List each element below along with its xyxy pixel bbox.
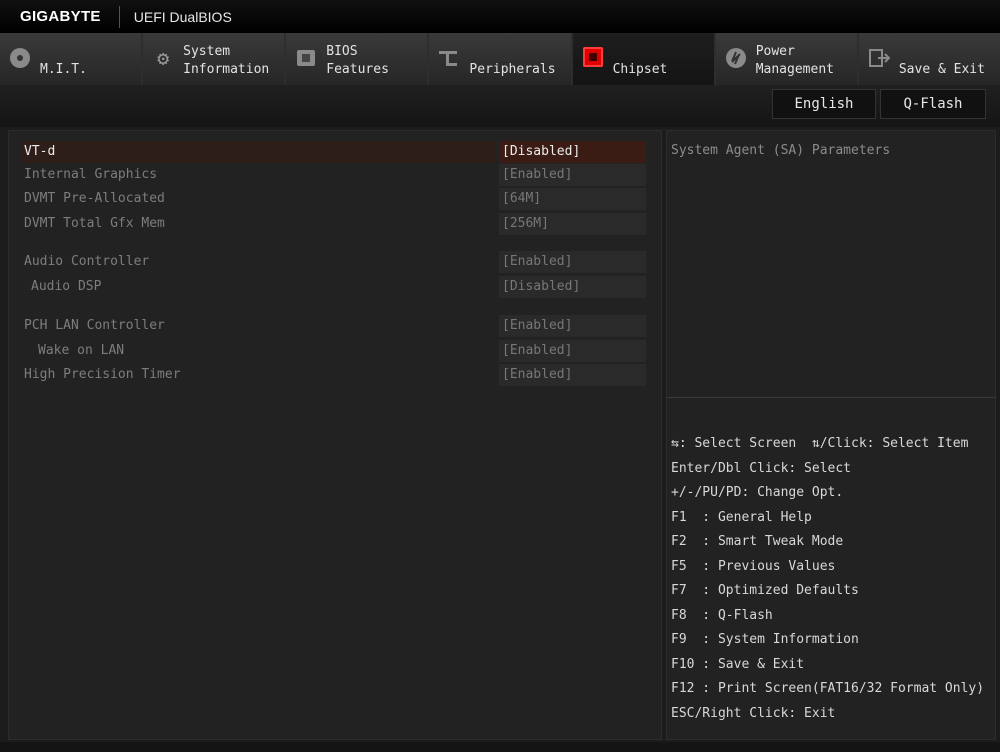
power-icon [724, 46, 748, 70]
key-hint: F2 : Smart Tweak Mode [671, 534, 844, 549]
setting-label: VT-d [24, 144, 56, 159]
setting-dvmt-total-gfx-mem[interactable]: DVMT Total Gfx Mem [21, 213, 501, 235]
tab-label: Peripherals [469, 62, 556, 77]
key-hint: +/-/PU/PD: Change Opt. [671, 485, 844, 500]
setting-value-internal-graphics[interactable]: [Enabled] [499, 164, 646, 186]
key-hint: F8 : Q-Flash [671, 607, 773, 623]
key-legend: ⇆: Select Screen ⇅/Click: Select Item En… [671, 432, 984, 726]
language-button[interactable]: English [772, 89, 876, 119]
bottom-bar [0, 742, 1000, 752]
tab-save-exit[interactable]: Save & Exit [858, 33, 1000, 85]
setting-internal-graphics[interactable]: Internal Graphics [21, 164, 501, 186]
key-hint: F1 : General Help [671, 509, 812, 525]
brand-logo: GIGABYTE [20, 8, 101, 25]
setting-value-audio-controller[interactable]: [Enabled] [499, 251, 646, 273]
setting-label: Wake on LAN [38, 343, 125, 358]
key-hint: F12 : Print Screen(FAT16/32 Format Only) [671, 681, 985, 696]
key-hint: Enter/Dbl Click: Select [671, 460, 852, 476]
chipset-icon [582, 47, 603, 67]
key-hint: ESC/Right Click: Exit [671, 705, 836, 721]
setting-label: High Precision Timer [24, 367, 181, 382]
setting-label: DVMT Pre-Allocated [24, 191, 165, 206]
setting-label: Audio DSP [31, 279, 102, 294]
key-hint: F9 : System Information [671, 632, 859, 647]
setting-value-audio-dsp[interactable]: [Disabled] [499, 276, 646, 298]
help-panel: System Agent (SA) Parameters ⇆: Select S… [666, 130, 996, 740]
setting-label: DVMT Total Gfx Mem [24, 216, 165, 231]
gear-icon: ⚙ [157, 46, 170, 70]
bios-chip-icon [294, 46, 318, 70]
key-hint: F5 : Previous Values [671, 558, 836, 574]
tab-label: System Information [183, 44, 270, 77]
title-divider [118, 5, 120, 28]
setting-wake-on-lan[interactable]: Wake on LAN [21, 340, 501, 362]
tab-bios-features[interactable]: BIOS Features [286, 33, 428, 85]
setting-label: Internal Graphics [24, 167, 158, 182]
tab-mit[interactable]: M.I.T. [0, 33, 142, 85]
setting-high-precision-timer[interactable]: High Precision Timer [21, 364, 501, 386]
setting-vt-d[interactable]: VT-d [21, 141, 496, 163]
setting-audio-controller[interactable]: Audio Controller [21, 251, 501, 273]
qflash-button[interactable]: Q-Flash [880, 89, 986, 119]
tab-peripherals[interactable]: Peripherals [429, 33, 571, 85]
setting-label: PCH LAN Controller [24, 318, 165, 333]
exit-icon [867, 46, 891, 70]
disc-icon [8, 46, 32, 70]
tab-label: Power Management [755, 44, 834, 77]
peripheral-icon [437, 46, 461, 70]
tab-chipset[interactable]: Chipset [572, 33, 714, 85]
setting-value-dvmt-total-gfx-mem[interactable]: [256M] [499, 213, 646, 235]
sub-toolbar: English Q-Flash [0, 85, 1000, 127]
key-hint: ⇆: Select Screen ⇅/Click: Select Item [671, 436, 969, 451]
help-divider [667, 397, 995, 398]
tab-power-management[interactable]: Power Management [715, 33, 857, 85]
setting-value-high-precision-timer[interactable]: [Enabled] [499, 364, 646, 386]
item-description: System Agent (SA) Parameters [671, 143, 891, 158]
tab-label: Chipset [612, 62, 668, 77]
tab-label: BIOS Features [326, 44, 389, 77]
key-hint: F10 : Save & Exit [671, 656, 805, 672]
key-hint: F7 : Optimized Defaults [671, 583, 859, 598]
setting-value-vt-d[interactable]: [Disabled] [499, 141, 646, 163]
setting-audio-dsp[interactable]: Audio DSP [21, 276, 501, 298]
setting-value-wake-on-lan[interactable]: [Enabled] [499, 340, 646, 362]
product-name: UEFI DualBIOS [133, 8, 232, 25]
setting-label: Audio Controller [24, 254, 150, 269]
setting-dvmt-pre-allocated[interactable]: DVMT Pre-Allocated [21, 188, 501, 210]
tab-label: M.I.T. [40, 62, 87, 77]
main-tabs: M.I.T. ⚙ System Information BIOS Feature… [0, 33, 1000, 85]
settings-panel: VT-d [Disabled] Internal Graphics [Enabl… [8, 130, 662, 740]
setting-value-pch-lan-controller[interactable]: [Enabled] [499, 315, 646, 337]
setting-pch-lan-controller[interactable]: PCH LAN Controller [21, 315, 501, 337]
title-bar: GIGABYTE UEFI DualBIOS [0, 0, 1000, 33]
setting-value-dvmt-pre-allocated[interactable]: [64M] [499, 188, 646, 210]
tab-label: Save & Exit [898, 62, 985, 77]
tab-system-information[interactable]: ⚙ System Information [143, 33, 285, 85]
